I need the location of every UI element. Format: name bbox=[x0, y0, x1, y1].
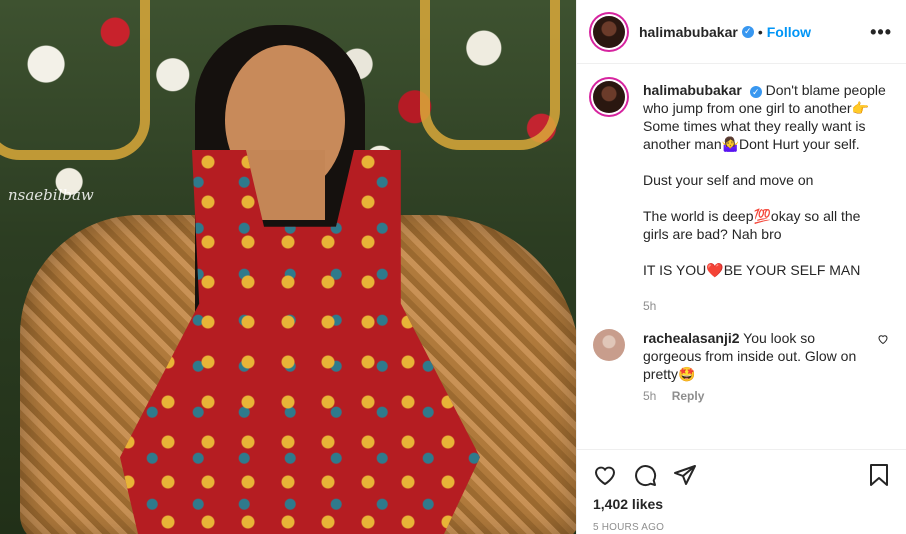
post-photo[interactable]: nsaebilbaw bbox=[0, 0, 576, 534]
reply-button[interactable]: Reply bbox=[672, 389, 705, 403]
author-username[interactable]: halimabubakar bbox=[639, 24, 738, 40]
caption-time[interactable]: 5h bbox=[643, 297, 889, 315]
caption-line-3: The world is deep💯okay so all the girls … bbox=[643, 208, 861, 242]
more-options-icon[interactable]: ••• bbox=[870, 23, 892, 41]
comment-item: rachealasanji2 You look so gorgeous from… bbox=[593, 329, 891, 405]
post-sidebar: halimabubakar ✓ • Follow ••• halimabubak… bbox=[576, 0, 906, 534]
instagram-post: nsaebilbaw halimabubakar ✓ • Follow ••• … bbox=[0, 0, 906, 534]
caption-line-4: IT IS YOU❤️BE YOUR SELF MAN bbox=[643, 262, 861, 278]
bookmark-icon[interactable] bbox=[867, 463, 891, 487]
commenter-username[interactable]: rachealasanji2 bbox=[643, 330, 740, 346]
author-avatar[interactable] bbox=[593, 15, 625, 48]
small-heart-icon[interactable] bbox=[877, 333, 889, 345]
photographer-watermark: nsaebilbaw bbox=[8, 186, 94, 204]
caption-line-2: Dust your self and move on bbox=[643, 172, 814, 188]
follow-button[interactable]: Follow bbox=[767, 24, 811, 40]
separator-dot: • bbox=[757, 23, 763, 40]
action-icons bbox=[593, 460, 891, 490]
comment-time[interactable]: 5h bbox=[643, 389, 656, 403]
caption: halimabubakar ✓ Don't blame people who j… bbox=[593, 81, 891, 315]
post-header: halimabubakar ✓ • Follow ••• bbox=[577, 0, 906, 64]
likes-count[interactable]: 1,402 likes bbox=[593, 496, 891, 512]
verified-icon: ✓ bbox=[741, 25, 754, 38]
heart-icon[interactable] bbox=[593, 463, 617, 487]
comment-icon[interactable] bbox=[633, 463, 657, 487]
verified-icon: ✓ bbox=[749, 86, 762, 98]
posted-time[interactable]: 5 HOURS AGO bbox=[593, 522, 891, 533]
gold-letter-decor bbox=[0, 0, 150, 160]
caption-avatar[interactable] bbox=[593, 81, 625, 113]
comment-meta: 5h Reply bbox=[643, 387, 873, 405]
action-bar: 1,402 likes 5 HOURS AGO bbox=[577, 449, 906, 533]
share-icon[interactable] bbox=[673, 463, 697, 487]
caption-username[interactable]: halimabubakar bbox=[643, 82, 742, 98]
comment-body: rachealasanji2 You look so gorgeous from… bbox=[643, 329, 873, 405]
caption-body: halimabubakar ✓ Don't blame people who j… bbox=[643, 81, 889, 315]
gold-letter-decor bbox=[420, 0, 560, 150]
comments-panel[interactable]: halimabubakar ✓ Don't blame people who j… bbox=[577, 65, 906, 449]
commenter-avatar[interactable] bbox=[593, 329, 625, 361]
